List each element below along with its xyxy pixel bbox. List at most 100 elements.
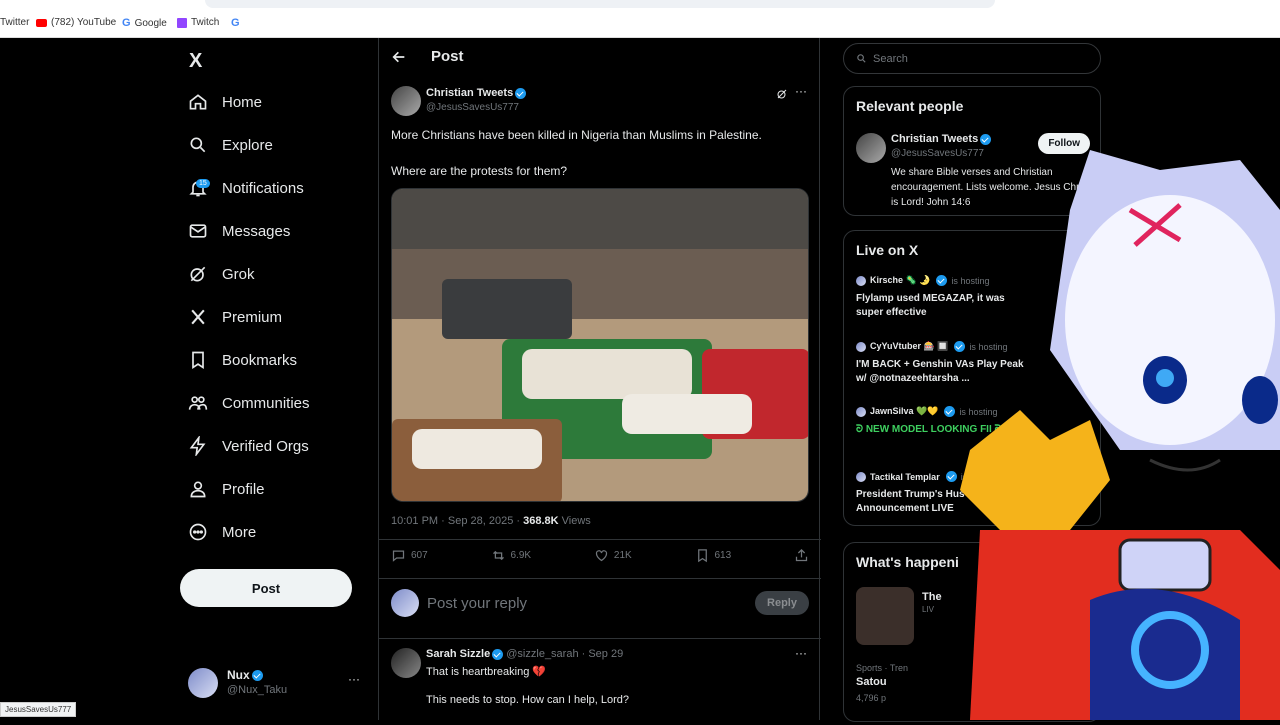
author-handle[interactable]: @JesusSavesUs777 — [426, 102, 519, 113]
youtube-icon — [36, 18, 47, 27]
nav-communities[interactable]: Communities — [188, 386, 310, 420]
notification-badge: 15 — [196, 179, 210, 188]
trend-category: Sports · Tren — [856, 663, 909, 673]
reply-input[interactable]: Post your reply — [427, 595, 527, 612]
person-icon — [190, 481, 206, 498]
verified-badge-icon — [980, 133, 992, 145]
verified-badge-icon — [251, 670, 263, 682]
account-handle: @Nux_Taku — [227, 684, 288, 696]
bookmark-twitch[interactable]: Twitch — [177, 17, 219, 28]
address-bar[interactable] — [205, 0, 995, 8]
back-arrow-icon[interactable] — [391, 49, 407, 65]
share-icon — [795, 548, 808, 562]
lightning-icon — [189, 436, 206, 456]
browser-bookmarks-bar: Twitter (782) YouTube G Google Twitch G — [0, 0, 1280, 38]
author-avatar[interactable] — [391, 86, 421, 116]
search-icon — [190, 137, 206, 153]
share-action[interactable] — [794, 548, 809, 563]
trend-title[interactable]: Satou — [856, 676, 887, 688]
reply-author-handle: @sizzle_sarah · Sep 29 — [506, 648, 624, 660]
bookmark-twitter[interactable]: Twitter — [0, 17, 29, 28]
comment-icon — [392, 550, 405, 562]
people-icon — [188, 396, 208, 410]
post-image[interactable] — [391, 188, 809, 502]
avatar — [188, 668, 218, 698]
home-icon — [189, 94, 207, 110]
reply-author-line: Sarah Sizzle @sizzle_sarah · Sep 29 — [426, 648, 623, 660]
reply-action[interactable]: 607 — [391, 548, 428, 563]
reply-author-name[interactable]: Sarah Sizzle — [426, 648, 490, 660]
trend-sub: LIV — [922, 605, 935, 614]
reply-composer: Post your reply Reply — [391, 585, 809, 621]
reply-more-options-icon[interactable]: ··· — [795, 646, 807, 660]
grok-icon — [190, 266, 206, 282]
reply-text-line1: That is heartbreaking 💔 — [426, 666, 547, 678]
avatar — [391, 589, 419, 617]
search-icon — [857, 54, 866, 63]
more-options-icon[interactable]: ··· — [795, 84, 807, 98]
post-button[interactable]: Post — [180, 569, 352, 607]
search-input[interactable]: Search — [843, 43, 1101, 74]
grok-explain-icon[interactable] — [776, 88, 788, 100]
post-meta: 10:01 PM · Sep 28, 2025 · 368.8K Views — [391, 515, 591, 527]
nav-grok[interactable]: Grok — [188, 257, 255, 291]
reply-text-line2: This needs to stop. How can I help, Lord… — [426, 694, 630, 706]
avatar — [856, 341, 866, 352]
repost-action[interactable]: 6.9K — [491, 548, 531, 563]
trend-tag: The — [922, 591, 942, 603]
x-icon — [191, 309, 205, 325]
crowd-photo — [392, 189, 808, 501]
x-logo-icon[interactable]: X — [189, 50, 202, 73]
avatar — [856, 471, 866, 482]
reply-author-avatar[interactable] — [391, 648, 421, 678]
bookmark-youtube[interactable]: (782) YouTube — [36, 17, 116, 28]
vtuber-character — [960, 150, 1280, 720]
person-name[interactable]: Christian Tweets — [891, 133, 992, 145]
post-text-line1: More Christians have been killed in Nige… — [391, 128, 762, 142]
bookmark-icon — [192, 351, 204, 370]
divider — [379, 638, 821, 639]
avatar — [856, 275, 866, 286]
nav-more[interactable]: More — [188, 515, 256, 549]
trend-count: 4,796 p — [856, 693, 887, 703]
like-action[interactable]: 21K — [594, 548, 632, 563]
bookmark-google[interactable]: G Google — [122, 17, 167, 29]
divider — [379, 578, 821, 579]
author-name[interactable]: Christian Tweets — [426, 87, 527, 99]
vtuber-avatar-overlay — [940, 150, 1280, 720]
page-title: Post — [431, 48, 464, 65]
nav-premium[interactable]: Premium — [188, 300, 282, 334]
envelope-icon — [189, 224, 207, 238]
nav-messages[interactable]: Messages — [188, 214, 290, 248]
left-sidebar: X Home Explore 15 Notifications Messages… — [0, 38, 378, 720]
twitch-icon — [177, 17, 187, 28]
google-icon: G — [122, 17, 131, 29]
status-bar-url: JesusSavesUs777 — [0, 702, 77, 717]
post-text-line2: Where are the protests for them? — [391, 164, 568, 178]
heart-icon — [595, 550, 608, 562]
more-circle-icon — [189, 523, 207, 541]
divider — [379, 539, 821, 540]
relevant-people-title: Relevant people — [856, 98, 964, 114]
verified-badge-icon — [515, 87, 527, 99]
verified-badge-icon — [492, 648, 504, 660]
post-header: Post — [391, 48, 464, 65]
nav-explore[interactable]: Explore — [188, 128, 273, 162]
reply-button[interactable]: Reply — [755, 591, 809, 615]
account-name: Nux — [227, 668, 250, 682]
nav-home[interactable]: Home — [188, 85, 262, 119]
avatar — [856, 406, 866, 417]
nav-profile[interactable]: Profile — [188, 472, 265, 506]
account-switcher[interactable]: Nux @Nux_Taku ··· — [188, 666, 368, 702]
trend-thumbnail[interactable] — [856, 587, 914, 645]
repost-icon — [492, 550, 504, 561]
nav-verified-orgs[interactable]: Verified Orgs — [188, 429, 309, 463]
more-dots-icon[interactable]: ··· — [348, 672, 360, 686]
bookmark-g[interactable]: G — [231, 17, 240, 29]
nav-bookmarks[interactable]: Bookmarks — [188, 343, 297, 377]
main-column: Post Christian Tweets @JesusSavesUs777 ·… — [378, 38, 821, 720]
bookmark-icon — [697, 549, 707, 563]
bookmark-action[interactable]: 613 — [695, 548, 731, 563]
person-avatar[interactable] — [856, 133, 886, 163]
nav-notifications[interactable]: 15 Notifications — [188, 171, 304, 205]
